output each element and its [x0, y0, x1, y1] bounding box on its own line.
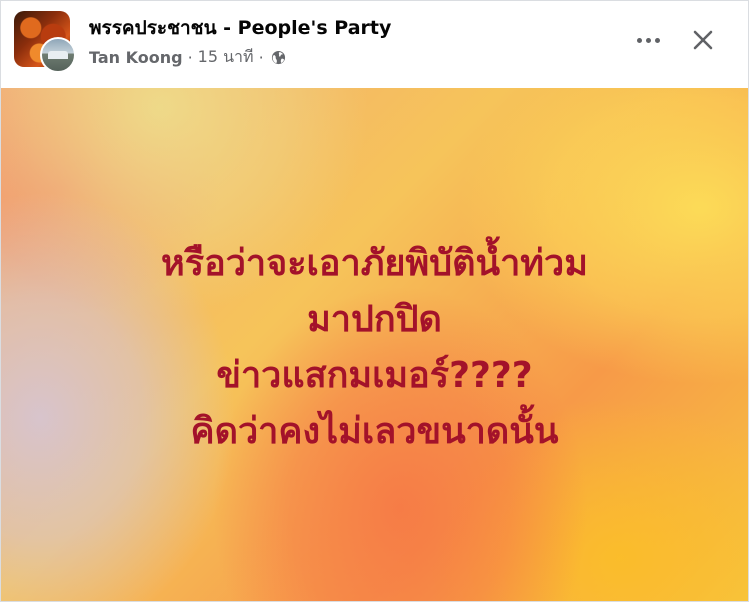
- close-icon: [693, 30, 713, 50]
- author-name-link[interactable]: Tan Koong: [89, 48, 183, 67]
- post-text-line: ข่าวแสกมเมอร์????: [216, 355, 533, 396]
- post-text-line: หรือว่าจะเอาภัยพิบัติน้ำท่วม: [161, 243, 588, 284]
- meta-separator: ·: [187, 48, 193, 67]
- meta-separator: ·: [258, 48, 264, 67]
- more-icon: [636, 37, 660, 43]
- group-name-link[interactable]: พรรคประชาชน - People's Party: [89, 13, 391, 43]
- post-meta: Tan Koong · 15 นาที ·: [89, 45, 286, 70]
- globe-icon[interactable]: [271, 50, 286, 65]
- post-timestamp-link[interactable]: 15 นาที: [198, 45, 254, 70]
- more-options-button[interactable]: [628, 22, 668, 58]
- post-background-card[interactable]: หรือว่าจะเอาภัยพิบัติน้ำท่วม มาปกปิด ข่า…: [0, 88, 749, 602]
- post-text-line: มาปกปิด: [307, 299, 442, 340]
- avatar-group: [14, 11, 76, 73]
- user-avatar[interactable]: [40, 37, 76, 73]
- post-text-line: คิดว่าคงไม่เลวขนาดนั้น: [190, 411, 559, 452]
- post-text: หรือว่าจะเอาภัยพิบัติน้ำท่วม มาปกปิด ข่า…: [0, 236, 749, 460]
- post-header: พรรคประชาชน - People's Party Tan Koong ·…: [0, 0, 749, 88]
- close-button[interactable]: [684, 21, 722, 59]
